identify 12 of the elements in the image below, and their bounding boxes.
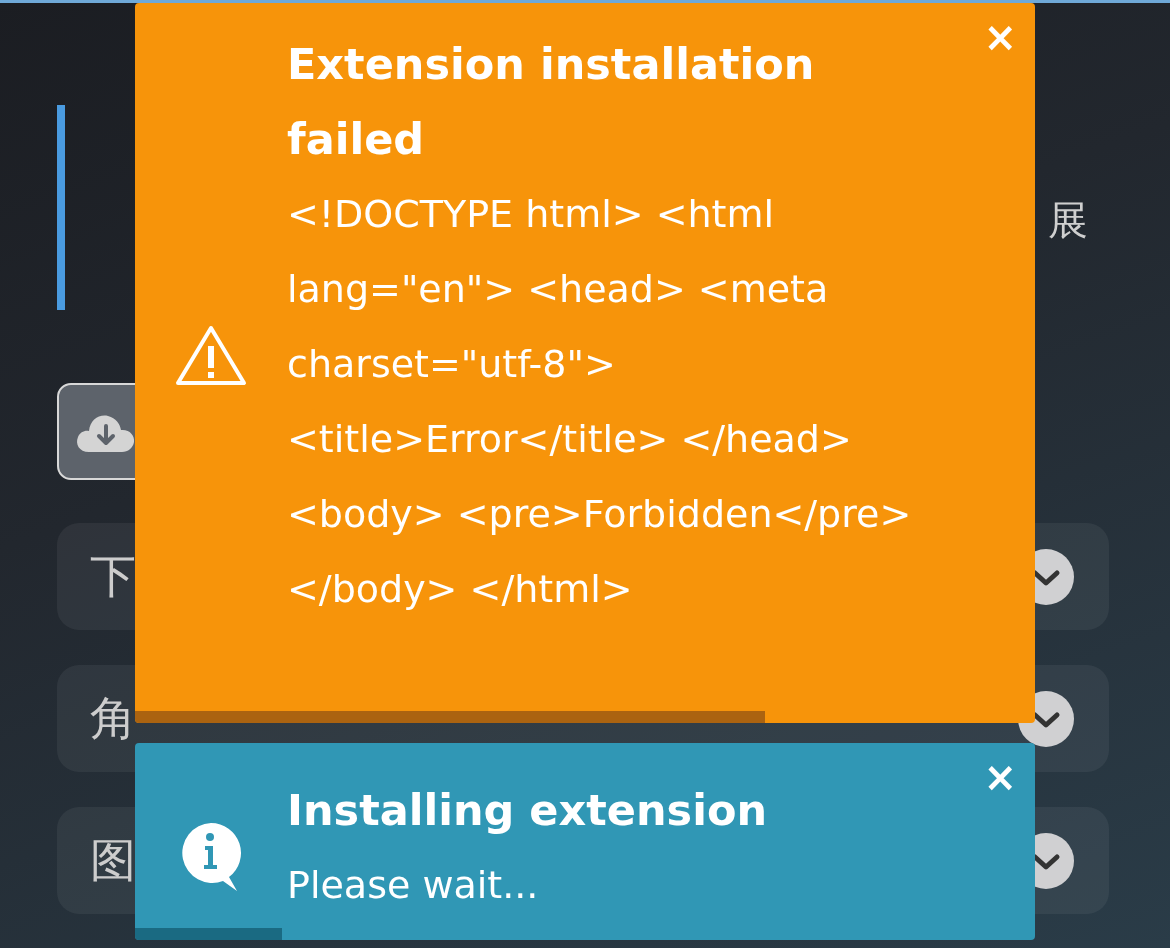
info-icon bbox=[179, 820, 243, 893]
row-label: 图 bbox=[90, 832, 136, 889]
row-label: 下 bbox=[90, 548, 136, 605]
close-button[interactable]: × bbox=[979, 757, 1021, 797]
notification-title: Extension installation failed bbox=[287, 38, 816, 166]
close-button[interactable]: × bbox=[979, 17, 1021, 57]
notification-message: <!DOCTYPE html> <html lang="en"> <head> <meta charset="utf-8"> <title>Error</title> </head> <body> <pre>Forbidden</pre> </body> </html> bbox=[287, 191, 913, 613]
row-label: 角 bbox=[90, 690, 136, 747]
notification-title: Installing extension bbox=[287, 784, 769, 837]
notification-message: Please wait... bbox=[287, 862, 540, 909]
side-label: 展 bbox=[1048, 196, 1088, 245]
warning-icon bbox=[175, 324, 247, 386]
